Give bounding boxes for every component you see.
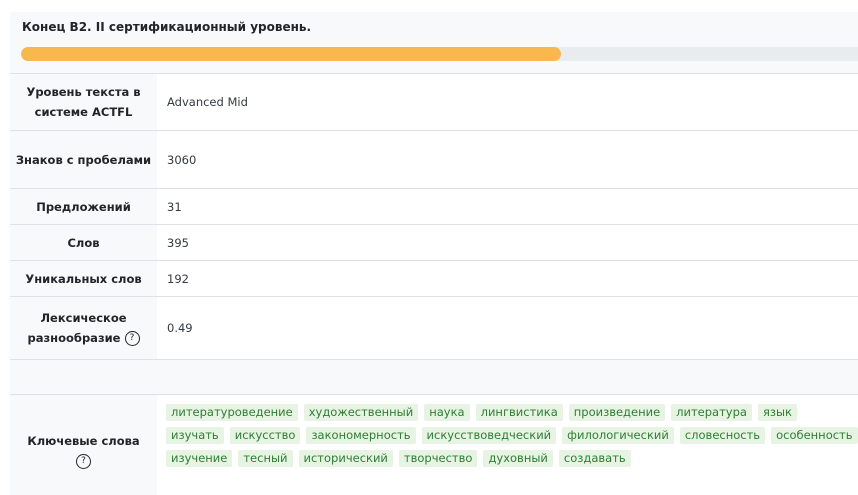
- keyword-tag[interactable]: творчество: [398, 450, 478, 467]
- keywords-label-cell: Ключевые слова ?: [10, 395, 157, 495]
- keyword-tag[interactable]: литературоведение: [166, 404, 298, 421]
- spacer-value: [157, 360, 858, 394]
- question-circle-icon[interactable]: ?: [124, 331, 140, 346]
- spacer-label: [10, 360, 157, 394]
- lexical-label-cell: Лексическое разнообразие ?: [10, 297, 157, 359]
- keyword-tag[interactable]: литература: [671, 404, 752, 421]
- keyword-tag[interactable]: духовный: [483, 450, 553, 467]
- keyword-tag[interactable]: изучать: [166, 427, 224, 444]
- keyword-tag[interactable]: особенность: [771, 427, 858, 444]
- stats-row-keywords: Ключевые слова ? литературоведение художе…: [10, 394, 858, 495]
- words-value: 395: [157, 225, 858, 260]
- actfl-label: Уровень текста в системе ACTFL: [10, 74, 157, 130]
- words-label: Слов: [10, 225, 157, 260]
- keyword-list: литературоведение художественный наука линг…: [157, 395, 858, 495]
- keyword-tag[interactable]: лингвистика: [475, 404, 563, 421]
- stats-row-unique: Уникальных слов 192: [10, 260, 858, 296]
- keyword-tag[interactable]: наука: [424, 404, 470, 421]
- stats-row-spacer: [10, 359, 858, 394]
- unique-label: Уникальных слов: [10, 261, 157, 296]
- keyword-tag[interactable]: язык: [757, 404, 797, 421]
- text-analysis-panel: Конец B2. II сертификационный уровень. У…: [10, 12, 858, 495]
- level-progress-bar: [21, 47, 858, 61]
- stats-row-chars: Знаков с пробелами 3060: [10, 130, 858, 188]
- keyword-tag[interactable]: произведение: [568, 404, 666, 421]
- stats-row-sentences: Предложений 31: [10, 188, 858, 224]
- lexical-label: Лексическое разнообразие: [27, 311, 127, 345]
- keyword-tag[interactable]: филологический: [562, 427, 674, 444]
- chars-value: 3060: [157, 131, 858, 188]
- level-title: Конец B2. II сертификационный уровень.: [22, 20, 312, 34]
- stats-row-lexical: Лексическое разнообразие ? 0.49: [10, 296, 858, 359]
- keyword-tag[interactable]: искусствоведческий: [421, 427, 557, 444]
- lexical-label-wrap: Лексическое разнообразие ?: [14, 308, 153, 348]
- keyword-tag[interactable]: исторический: [298, 450, 393, 467]
- keyword-tag[interactable]: тесный: [238, 450, 293, 467]
- sentences-label: Предложений: [10, 189, 157, 224]
- unique-value: 192: [157, 261, 858, 296]
- keyword-tag[interactable]: закономерность: [306, 427, 416, 444]
- keyword-tag[interactable]: изучение: [166, 450, 233, 467]
- level-progress-fill: [21, 47, 561, 61]
- stats-row-actfl: Уровень текста в системе ACTFL Advanced …: [10, 73, 858, 130]
- question-circle-icon[interactable]: ?: [75, 454, 91, 469]
- stats-table: Уровень текста в системе ACTFL Advanced …: [10, 73, 858, 495]
- sentences-value: 31: [157, 189, 858, 224]
- keyword-tag[interactable]: словесность: [679, 427, 766, 444]
- stats-row-words: Слов 395: [10, 224, 858, 260]
- keyword-tag[interactable]: искусство: [229, 427, 301, 444]
- keywords-label-stack: Ключевые слова ?: [27, 431, 140, 469]
- keywords-label: Ключевые слова: [27, 434, 140, 448]
- actfl-value: Advanced Mid: [157, 74, 858, 130]
- keyword-tag[interactable]: создавать: [558, 450, 631, 467]
- lexical-value: 0.49: [157, 297, 858, 359]
- keyword-tag[interactable]: художественный: [303, 404, 419, 421]
- chars-label: Знаков с пробелами: [10, 131, 157, 188]
